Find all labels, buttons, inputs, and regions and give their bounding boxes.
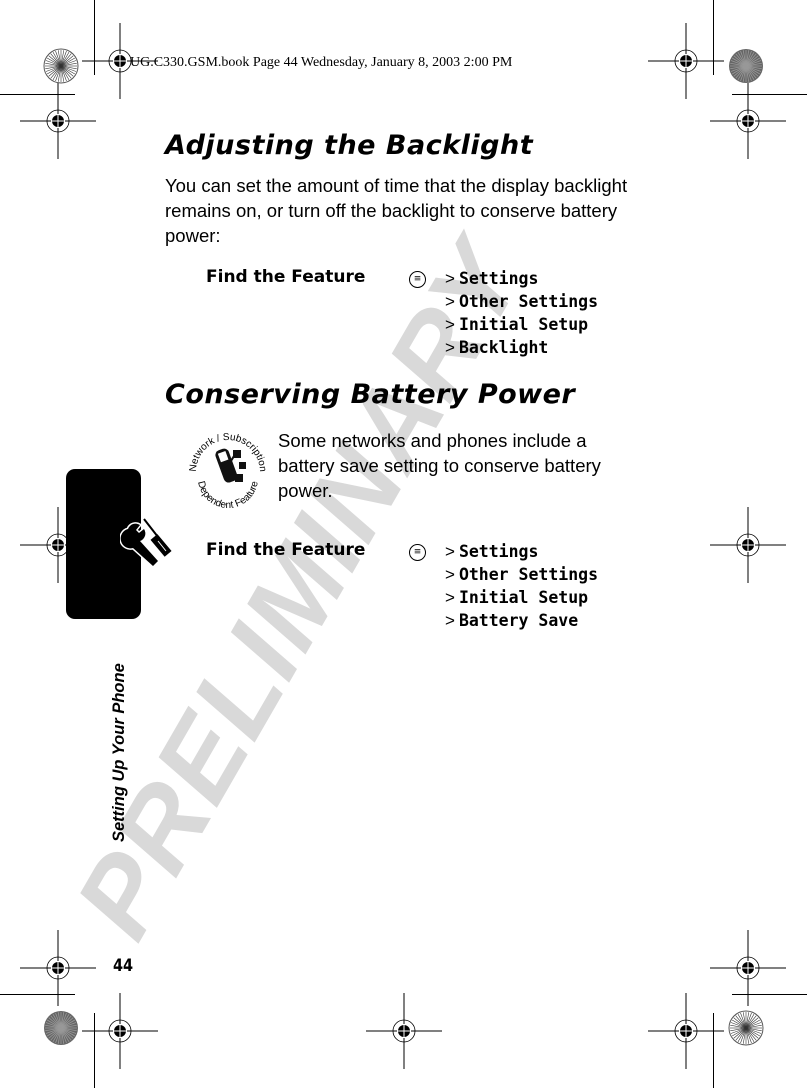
menu-path-step: > Initial Setup xyxy=(445,315,589,334)
menu-path-step: > Initial Setup xyxy=(445,588,589,607)
registration-mark-icon xyxy=(20,930,96,1006)
registration-mark-icon xyxy=(20,83,96,159)
crop-mark xyxy=(0,94,75,95)
find-feature-label: Find the Feature xyxy=(206,267,366,287)
crop-mark xyxy=(0,994,75,995)
crop-mark xyxy=(713,1013,714,1088)
registration-mark-icon xyxy=(366,993,442,1069)
color-target-icon xyxy=(43,48,79,84)
menu-path-step: > Settings xyxy=(445,269,539,288)
registration-mark-icon xyxy=(710,507,786,583)
find-feature-label: Find the Feature xyxy=(206,540,366,560)
menu-path-step: > Other Settings xyxy=(445,292,599,311)
menu-path-step: > Other Settings xyxy=(445,565,599,584)
registration-mark-icon xyxy=(82,993,158,1069)
registration-mark-icon xyxy=(710,930,786,1006)
color-target-icon xyxy=(44,1011,78,1045)
print-slug: UG.C330.GSM.book Page 44 Wednesday, Janu… xyxy=(130,55,513,70)
menu-key-icon: ≡ xyxy=(409,271,426,288)
chapter-side-title: Setting Up Your Phone xyxy=(110,663,128,842)
crop-mark xyxy=(94,1013,95,1088)
menu-path-step: > Battery Save xyxy=(445,611,579,630)
registration-mark-icon xyxy=(710,83,786,159)
find-feature-backlight: Find the Feature ≡ > Settings > Other Sett… xyxy=(206,267,626,367)
svg-text:Dependent Feature: Dependent Feature xyxy=(195,480,261,511)
registration-mark-icon xyxy=(648,23,724,99)
crop-mark xyxy=(732,994,807,995)
section-body: You can set the amount of time that the … xyxy=(165,175,628,246)
section-conserving-battery: Conserving Battery Power xyxy=(165,379,645,410)
crop-mark xyxy=(732,94,807,95)
page-number: 44 xyxy=(113,956,134,976)
section-adjusting-backlight: Adjusting the Backlight You can set the … xyxy=(165,130,645,248)
color-target-icon xyxy=(728,1010,764,1046)
menu-path-step: > Settings xyxy=(445,542,539,561)
menu-path: > Settings > Other Settings > Initial Setup… xyxy=(445,267,598,359)
section-body: Some networks and phones include a batte… xyxy=(278,430,601,501)
menu-key-icon: ≡ xyxy=(409,544,426,561)
color-target-icon xyxy=(729,49,763,83)
find-feature-battery-save: Find the Feature ≡ > Settings > Other Sett… xyxy=(206,540,626,640)
menu-path-step: > Backlight xyxy=(445,338,549,357)
network-subscription-dependent-feature-icon: Network / Subscription Dependent Feature xyxy=(188,432,268,511)
section-heading: Conserving Battery Power xyxy=(165,379,576,410)
menu-path: > Settings > Other Settings > Initial Setup… xyxy=(445,540,598,632)
crop-mark xyxy=(713,0,714,75)
crop-mark xyxy=(94,0,95,75)
registration-mark-icon xyxy=(648,993,724,1069)
wrench-screwdriver-icon xyxy=(120,518,172,568)
section-heading: Adjusting the Backlight xyxy=(165,130,534,161)
